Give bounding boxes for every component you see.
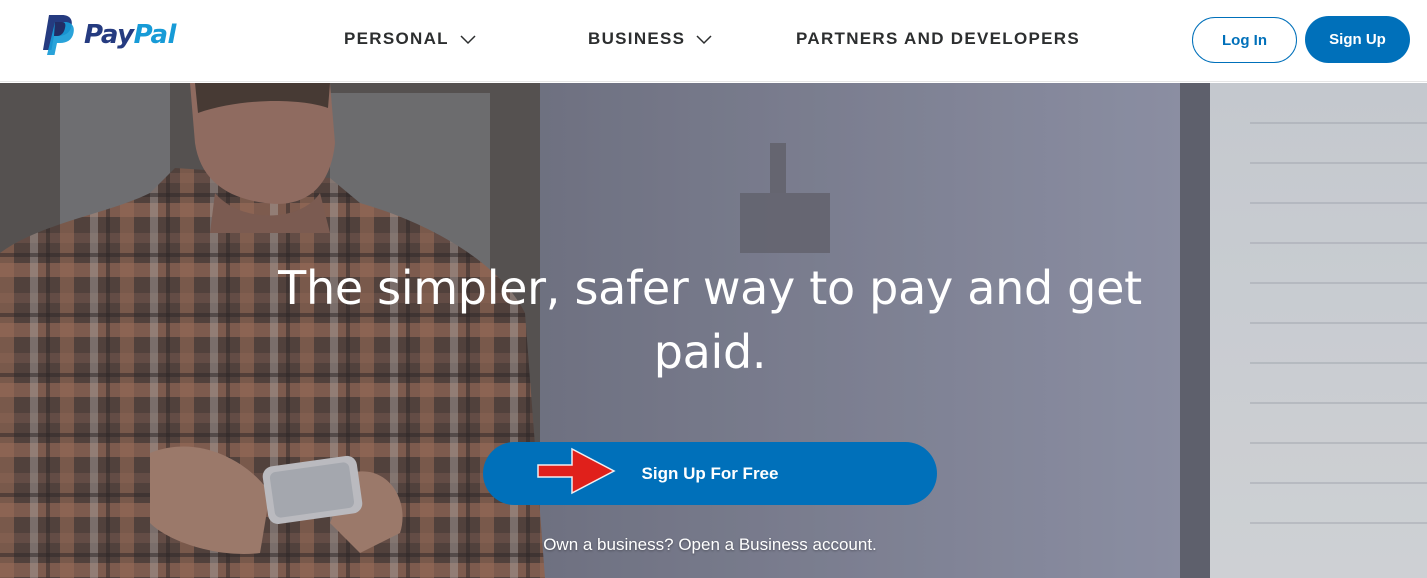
paypal-logo-icon	[43, 15, 74, 55]
chevron-down-icon	[460, 35, 476, 45]
nav-personal-label: PERSONAL	[344, 29, 449, 48]
nav-personal[interactable]: PERSONAL	[344, 28, 477, 50]
site-header: PayPal PERSONAL BUSINESS PARTNERS AND DE…	[0, 0, 1427, 82]
open-business-account-link[interactable]: Open a Business account.	[678, 535, 876, 554]
paypal-logo[interactable]: PayPal	[40, 13, 176, 57]
sign-up-button[interactable]: Sign Up	[1305, 16, 1410, 63]
business-prompt-text: Own a business?	[543, 535, 674, 554]
business-account-prompt: Own a business? Open a Business account.	[0, 535, 1420, 555]
log-in-button[interactable]: Log In	[1192, 17, 1297, 63]
wordmark-pal: Pal	[133, 20, 177, 50]
nav-partners-and-developers[interactable]: PARTNERS AND DEVELOPERS	[796, 28, 1080, 50]
nav-business-label: BUSINESS	[588, 29, 686, 48]
red-arrow-icon	[537, 447, 616, 495]
paypal-wordmark: PayPal	[84, 20, 176, 50]
nav-business[interactable]: BUSINESS	[588, 28, 713, 50]
chevron-down-icon	[696, 35, 712, 45]
cta-label: Sign Up For Free	[641, 463, 779, 483]
hero-headline: The simpler, safer way to pay and get pa…	[278, 261, 1142, 379]
hero-section: The simpler, safer way to pay and get pa…	[0, 83, 1427, 578]
wordmark-pay: Pay	[84, 20, 134, 50]
nav-partners-label: PARTNERS AND DEVELOPERS	[796, 29, 1080, 48]
